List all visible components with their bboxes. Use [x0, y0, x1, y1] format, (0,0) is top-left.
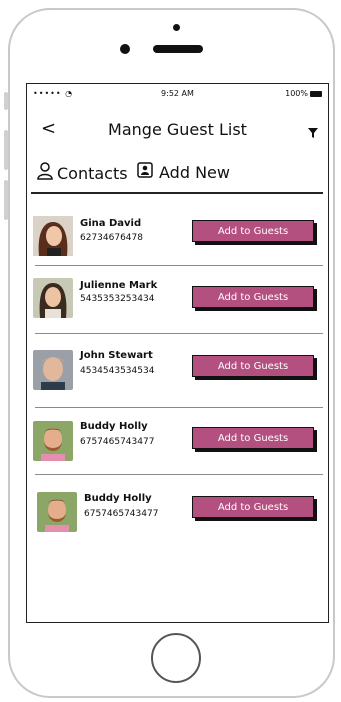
tab-contacts-label: Contacts — [57, 163, 128, 183]
list-item: Buddy Holly 6757465743477 Add to Guests — [27, 488, 328, 548]
filter-icon[interactable] — [308, 123, 318, 142]
divider — [35, 333, 323, 334]
home-button[interactable] — [151, 633, 201, 683]
list-item: Buddy Holly 6757465743477 Add to Guests — [27, 417, 328, 477]
tab-bar: Contacts Add New — [27, 154, 328, 194]
volume-down-button — [4, 180, 8, 220]
battery-indicator: 100% — [285, 89, 322, 98]
contact-name: Buddy Holly — [80, 421, 148, 432]
contact-phone: 4534543534534 — [80, 366, 155, 376]
avatar — [33, 216, 73, 256]
contact-phone: 62734676478 — [80, 233, 143, 243]
earpiece-speaker — [153, 45, 203, 53]
tab-underline — [31, 192, 323, 194]
front-camera — [120, 44, 130, 54]
battery-icon — [310, 91, 322, 97]
list-item: John Stewart 4534543534534 Add to Guests — [27, 346, 328, 406]
front-sensor — [173, 24, 180, 31]
status-bar: ••••• ◔ 9:52 AM 100% — [27, 84, 328, 104]
status-time: 9:52 AM — [161, 89, 194, 98]
list-item: Gina David 62734676478 Add to Guests — [27, 210, 328, 270]
app-screen: ••••• ◔ 9:52 AM 100% < Mange Guest List … — [26, 83, 329, 623]
contact-phone: 5435353253434 — [80, 294, 155, 304]
divider — [35, 265, 323, 266]
mute-switch — [4, 92, 8, 110]
contact-card-icon — [137, 162, 153, 182]
tab-add-new-label: Add New — [159, 162, 230, 182]
list-item: Julienne Mark 5435353253434 Add to Guest… — [27, 274, 328, 334]
contact-name: John Stewart — [80, 350, 153, 361]
tab-contacts[interactable]: Contacts — [37, 162, 128, 184]
avatar — [33, 421, 73, 461]
contact-name: Julienne Mark — [80, 280, 158, 291]
add-to-guests-button[interactable]: Add to Guests — [192, 496, 314, 518]
add-to-guests-button[interactable]: Add to Guests — [192, 427, 314, 449]
avatar — [33, 350, 73, 390]
add-to-guests-button[interactable]: Add to Guests — [192, 355, 314, 377]
divider — [35, 474, 323, 475]
avatar — [37, 492, 77, 532]
divider — [35, 407, 323, 408]
page-title: Mange Guest List — [108, 120, 247, 139]
nav-bar: < Mange Guest List — [27, 114, 328, 146]
contact-phone: 6757465743477 — [80, 437, 155, 447]
add-to-guests-button[interactable]: Add to Guests — [192, 220, 314, 242]
volume-up-button — [4, 130, 8, 170]
add-to-guests-button[interactable]: Add to Guests — [192, 286, 314, 308]
contact-phone: 6757465743477 — [84, 509, 159, 519]
contact-name: Gina David — [80, 218, 142, 229]
contact-name: Buddy Holly — [84, 493, 152, 504]
tab-add-new[interactable]: Add New — [137, 162, 230, 182]
person-outline-icon — [37, 162, 53, 184]
avatar — [33, 278, 73, 318]
